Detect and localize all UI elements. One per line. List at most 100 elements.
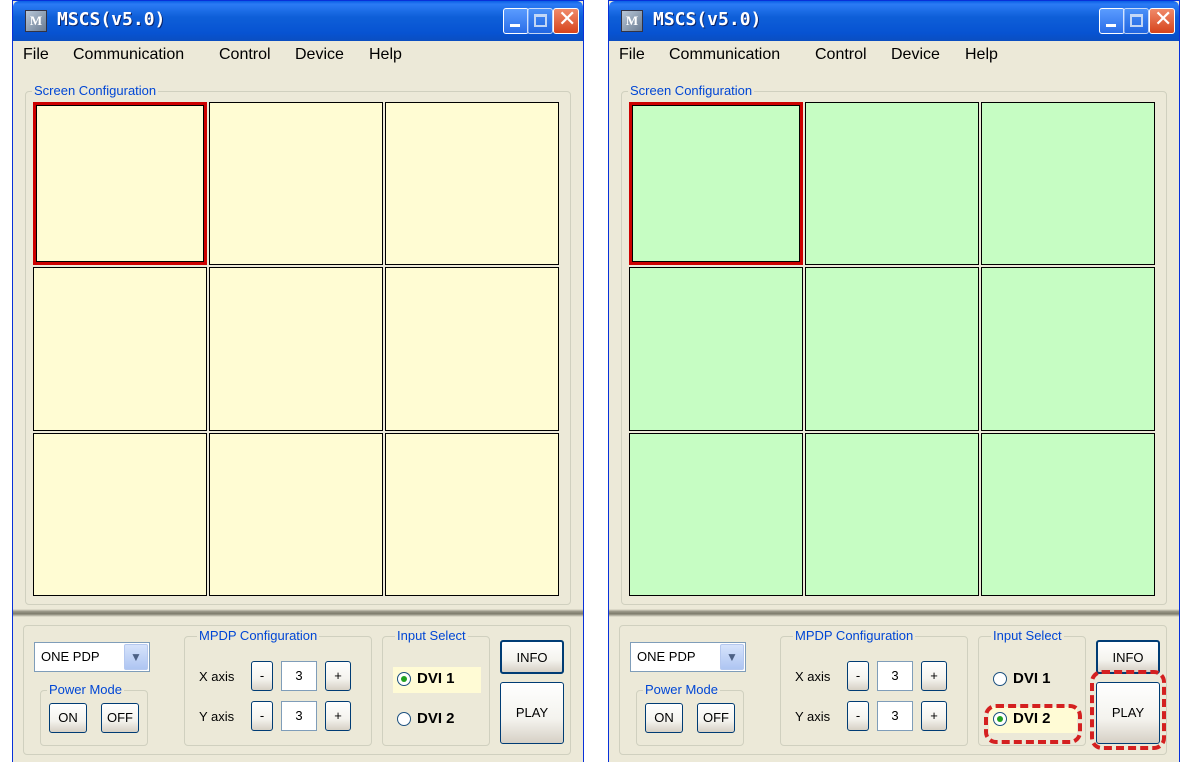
menu-bar: File Communication Control Device Help [13,41,583,71]
power-off-button[interactable]: OFF [101,703,139,733]
pdp-select[interactable]: ONE PDP ▼ [630,642,746,672]
pdp-select-value: ONE PDP [637,649,696,664]
maximize-icon [1130,14,1143,27]
screen-configuration-label: Screen Configuration [628,83,755,99]
power-on-button[interactable]: ON [645,703,683,733]
power-mode-label: Power Mode [47,682,124,698]
panel-splitter[interactable] [13,609,583,617]
screen-configuration-group: Screen Configuration [25,83,571,605]
close-button[interactable]: ✕ [1149,7,1175,34]
screen-cell[interactable] [385,267,559,431]
screen-cell[interactable] [805,432,979,596]
mpdp-configuration-group: MPDP Configuration X axis - 3 + Y axis -… [780,628,968,746]
y-axis-field[interactable]: 3 [877,701,913,731]
play-highlight-annotation [1090,670,1166,750]
window-title: MSCS(v5.0) [653,9,762,30]
info-button[interactable]: INFO [500,640,564,674]
menu-help[interactable]: Help [369,46,402,64]
screen-cell[interactable] [209,102,383,266]
play-button[interactable]: PLAY [500,682,564,744]
x-axis-minus-button[interactable]: - [847,661,869,691]
menu-communication[interactable]: Communication [669,46,780,64]
dvi1-label: DVI 1 [1013,670,1051,687]
menu-device[interactable]: Device [891,46,940,64]
screen-cell[interactable] [385,102,559,266]
input-select-group: Input Select DVI 1 DVI 2 [382,628,490,746]
x-axis-plus-button[interactable]: + [325,661,351,691]
window-title: MSCS(v5.0) [57,9,166,30]
y-axis-plus-button[interactable]: + [921,701,947,731]
mscs-window-right: M MSCS(v5.0) ✕ File Communication Contro… [608,0,1180,762]
menu-file[interactable]: File [23,46,49,64]
y-axis-minus-button[interactable]: - [847,701,869,731]
x-axis-field[interactable]: 3 [877,661,913,691]
screen-cell[interactable] [629,267,803,431]
screen-cell[interactable] [629,432,803,596]
x-axis-field[interactable]: 3 [281,661,317,691]
minimize-icon [510,24,520,27]
dvi1-radio[interactable]: DVI 1 [393,667,481,693]
minimize-button[interactable] [1099,8,1125,34]
menu-control[interactable]: Control [815,46,867,64]
screen-cell[interactable] [629,102,803,266]
input-select-label: Input Select [991,628,1064,644]
radio-selected-dot [401,676,407,682]
x-axis-label: X axis [199,669,235,684]
y-axis-minus-button[interactable]: - [251,701,273,731]
screen-cell[interactable] [981,267,1155,431]
mpdp-configuration-label: MPDP Configuration [197,628,320,644]
screen-cell[interactable] [33,102,207,266]
control-panel: ONE PDP ▼ Power Mode ON OFF MPDP Configu… [23,625,571,755]
maximize-button[interactable] [527,8,553,34]
menu-device[interactable]: Device [295,46,344,64]
panel-splitter[interactable] [609,609,1179,617]
mscs-window-left: M MSCS(v5.0) ✕ File Communication Contro… [12,0,584,762]
screen-cell[interactable] [209,432,383,596]
power-mode-label: Power Mode [643,682,720,698]
title-bar[interactable]: M MSCS(v5.0) ✕ [609,1,1179,41]
chevron-down-icon[interactable]: ▼ [124,644,148,670]
menu-help[interactable]: Help [965,46,998,64]
info-button[interactable]: INFO [1096,640,1160,674]
close-button[interactable]: ✕ [553,7,579,34]
menu-control[interactable]: Control [219,46,271,64]
radio-circle-icon [993,672,1007,686]
screen-configuration-label: Screen Configuration [32,83,159,99]
minimize-icon [1106,24,1116,27]
menu-bar: File Communication Control Device Help [609,41,1179,71]
menu-communication[interactable]: Communication [73,46,184,64]
screen-grid [33,102,561,598]
close-icon: ✕ [558,7,577,32]
dvi2-radio[interactable]: DVI 2 [393,707,481,733]
dvi1-radio[interactable]: DVI 1 [989,667,1077,693]
x-axis-minus-button[interactable]: - [251,661,273,691]
x-axis-plus-button[interactable]: + [921,661,947,691]
app-icon: M [621,10,643,32]
screen-cell[interactable] [33,267,207,431]
screen-cell[interactable] [209,267,383,431]
mpdp-configuration-label: MPDP Configuration [793,628,916,644]
screen-cell[interactable] [385,432,559,596]
pdp-select[interactable]: ONE PDP ▼ [34,642,150,672]
maximize-button[interactable] [1123,8,1149,34]
y-axis-plus-button[interactable]: + [325,701,351,731]
screen-cell[interactable] [805,267,979,431]
power-off-button[interactable]: OFF [697,703,735,733]
minimize-button[interactable] [503,8,529,34]
screen-cell[interactable] [981,432,1155,596]
maximize-icon [534,14,547,27]
radio-circle-icon [397,672,411,686]
input-select-label: Input Select [395,628,468,644]
title-bar[interactable]: M MSCS(v5.0) ✕ [13,1,583,41]
x-axis-label: X axis [795,669,831,684]
dvi2-label: DVI 2 [417,710,455,727]
power-on-button[interactable]: ON [49,703,87,733]
screen-cell[interactable] [805,102,979,266]
screen-cell[interactable] [33,432,207,596]
menu-file[interactable]: File [619,46,645,64]
screen-configuration-group: Screen Configuration [621,83,1167,605]
chevron-down-icon[interactable]: ▼ [720,644,744,670]
y-axis-field[interactable]: 3 [281,701,317,731]
screen-cell[interactable] [981,102,1155,266]
dvi1-label: DVI 1 [417,670,455,687]
